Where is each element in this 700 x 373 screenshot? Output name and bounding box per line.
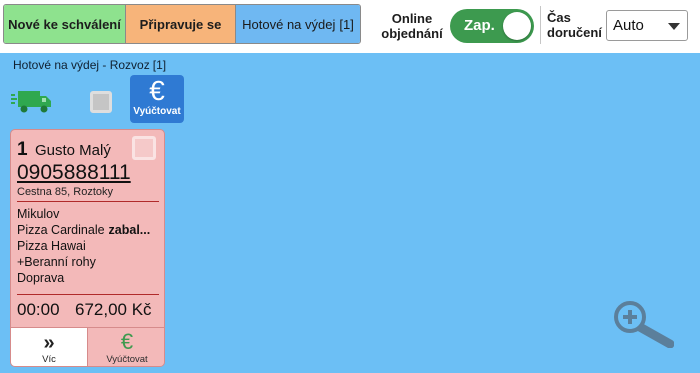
- bill-all-button[interactable]: € Vyúčtovat: [130, 75, 184, 123]
- more-button[interactable]: » Víc: [11, 327, 88, 366]
- panel-title: Hotové na výdej - Rozvoz [1]: [13, 58, 166, 72]
- euro-icon: €: [149, 75, 165, 106]
- order-item: Pizza Hawai: [17, 238, 161, 254]
- euro-icon: €: [120, 329, 134, 354]
- divider: [17, 201, 159, 202]
- order-time: 00:00: [17, 300, 60, 319]
- panel-count: [1]: [152, 58, 167, 72]
- item-text: Doprava: [17, 271, 65, 285]
- item-text: Mikulov: [17, 207, 60, 221]
- order-item: Mikulov: [17, 206, 161, 222]
- delivery-time-select[interactable]: Auto: [606, 10, 688, 41]
- status-tabs: Nové ke schválení Připravuje se Hotové n…: [3, 4, 361, 44]
- order-item: Doprava: [17, 270, 161, 286]
- divider: [17, 294, 159, 295]
- order-bill-label: Vyúčtovat: [106, 354, 148, 365]
- order-checkbox[interactable]: [132, 136, 156, 160]
- tab-ready-for-pickup[interactable]: Hotové na výdej [1]: [236, 5, 360, 43]
- order-actions: » Víc € Vyúčtovat: [11, 327, 164, 366]
- order-items: Mikulov Pizza Cardinale zabal... Pizza Ha…: [17, 206, 161, 286]
- order-number: 1: [17, 139, 28, 160]
- caret-down-icon: [668, 23, 680, 30]
- top-bar: Nové ke schválení Připravuje se Hotové n…: [0, 0, 700, 50]
- delivery-time-label-line1: Čas: [547, 10, 571, 25]
- toggle-knob: [503, 12, 531, 40]
- select-all-checkbox[interactable]: [90, 91, 112, 113]
- tab-label: Nové ke schválení: [8, 16, 121, 32]
- tab-count: [1]: [339, 16, 354, 32]
- truck-icon[interactable]: [11, 88, 53, 114]
- order-price: 672,00 Kč: [75, 300, 152, 319]
- customer-address: Cestna 85, Roztoky: [17, 186, 113, 198]
- customer-name: Gusto Malý: [35, 142, 111, 159]
- delivery-time-value: Auto: [613, 17, 644, 34]
- customer-phone[interactable]: 0905888111: [17, 161, 131, 185]
- order-item: +Beranní rohy: [17, 254, 161, 270]
- online-label-line2: objednání: [381, 26, 443, 41]
- item-tag: zabal...: [108, 223, 151, 237]
- delivery-time-label-line2: doručení: [547, 25, 602, 40]
- double-chevron-right-icon: »: [43, 332, 55, 354]
- online-ordering-toggle[interactable]: Zap.: [450, 9, 534, 43]
- item-text: Pizza Cardinale: [17, 223, 105, 237]
- item-text: Pizza Hawai: [17, 239, 86, 253]
- order-card[interactable]: 1 Gusto Malý 0905888111 Cestna 85, Rozto…: [10, 129, 165, 367]
- online-label-line1: Online: [391, 11, 433, 26]
- zoom-in-icon[interactable]: [612, 300, 674, 348]
- tab-in-preparation[interactable]: Připravuje se: [126, 5, 236, 43]
- item-text: +Beranní rohy: [17, 255, 96, 269]
- divider: [540, 6, 541, 44]
- order-bill-button[interactable]: € Vyúčtovat: [88, 327, 164, 366]
- bill-all-label: Vyúčtovat: [133, 106, 181, 117]
- tab-new-for-approval[interactable]: Nové ke schválení: [4, 5, 126, 43]
- delivery-panel: Hotové na výdej - Rozvoz [1] € Vyúčtovat …: [0, 53, 700, 373]
- more-label: Víc: [42, 354, 56, 365]
- panel-title-text: Hotové na výdej - Rozvoz: [13, 58, 150, 72]
- tab-label: Připravuje se: [139, 16, 222, 32]
- toggle-label: Zap.: [464, 17, 495, 34]
- delivery-time-label: Čas doručení: [547, 10, 605, 40]
- order-item: Pizza Cardinale zabal...: [17, 222, 161, 238]
- tab-label: Hotové na výdej: [242, 16, 336, 32]
- online-ordering-label: Online objednání: [381, 11, 443, 41]
